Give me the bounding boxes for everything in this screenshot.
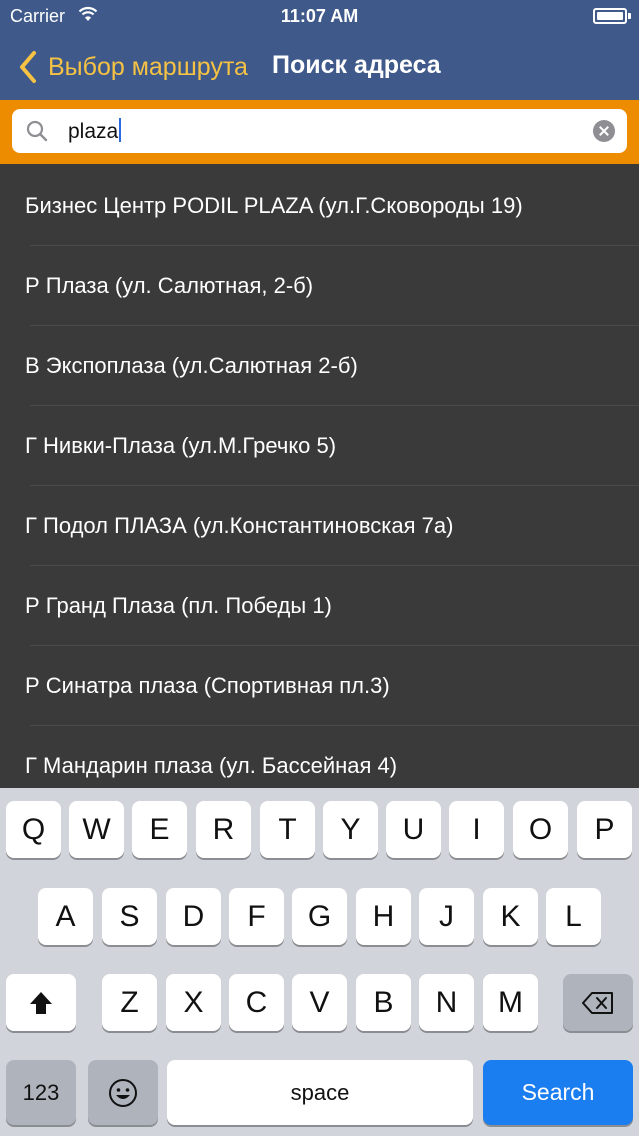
list-item[interactable]: Р Плаза (ул. Салютная, 2-б) <box>0 246 639 326</box>
key-f[interactable]: F <box>229 888 284 945</box>
emoji-key[interactable] <box>88 1060 158 1125</box>
key-c[interactable]: C <box>229 974 284 1031</box>
numbers-key[interactable]: 123 <box>6 1060 76 1125</box>
key-b[interactable]: B <box>356 974 411 1031</box>
search-input[interactable]: plaza <box>12 109 627 153</box>
key-v[interactable]: V <box>292 974 347 1031</box>
backspace-icon <box>582 991 613 1014</box>
list-item[interactable]: Г Подол ПЛАЗА (ул.Константиновская 7а) <box>0 486 639 566</box>
status-time: 11:07 AM <box>280 6 359 26</box>
list-item[interactable]: В Экспоплаза (ул.Салютная 2-б) <box>0 326 639 406</box>
key-o[interactable]: O <box>513 801 568 858</box>
key-n[interactable]: N <box>419 974 474 1031</box>
key-g[interactable]: G <box>292 888 347 945</box>
page-title: Поиск адреса <box>272 51 441 79</box>
space-key[interactable]: space <box>167 1060 473 1125</box>
key-k[interactable]: K <box>483 888 538 945</box>
keyboard: Q W E R T Y U I O P A S D F G H J K L Z … <box>0 788 639 1136</box>
shift-key[interactable] <box>6 974 76 1031</box>
key-z[interactable]: Z <box>102 974 157 1031</box>
back-button[interactable]: Выбор маршрута <box>14 48 248 86</box>
nav-bar: Выбор маршрута Поиск адреса <box>0 34 639 100</box>
key-q[interactable]: Q <box>6 801 61 858</box>
delete-key[interactable] <box>563 974 633 1031</box>
key-h[interactable]: H <box>356 888 411 945</box>
key-y[interactable]: Y <box>323 801 378 858</box>
key-s[interactable]: S <box>102 888 157 945</box>
shift-arrow-icon <box>30 991 52 1014</box>
list-item[interactable]: Р Гранд Плаза (пл. Победы 1) <box>0 566 639 646</box>
search-key[interactable]: Search <box>483 1060 633 1125</box>
text-caret <box>119 118 122 142</box>
key-w[interactable]: W <box>69 801 124 858</box>
key-j[interactable]: J <box>419 888 474 945</box>
key-p[interactable]: P <box>577 801 632 858</box>
status-bar: Carrier 11:07 AM <box>0 0 639 34</box>
emoji-icon <box>109 1078 137 1107</box>
list-item[interactable]: Г Мандарин плаза (ул. Бассейная 4) <box>0 726 639 788</box>
search-bar: plaza <box>0 100 639 164</box>
list-item[interactable]: Р Синатра плаза (Спортивная пл.3) <box>0 646 639 726</box>
key-t[interactable]: T <box>260 801 315 858</box>
key-i[interactable]: I <box>449 801 504 858</box>
key-l[interactable]: L <box>546 888 601 945</box>
magnifier-icon <box>26 120 48 142</box>
search-input-value: plaza <box>68 118 122 144</box>
clear-x-icon[interactable] <box>593 120 615 142</box>
battery-icon <box>593 8 631 24</box>
list-item[interactable]: Бизнес Центр PODIL PLAZA (ул.Г.Сковороды… <box>0 166 639 246</box>
header: Carrier 11:07 AM Выбор маршрута Поиск ад… <box>0 0 639 100</box>
key-u[interactable]: U <box>386 801 441 858</box>
back-button-label: Выбор маршрута <box>48 52 248 81</box>
results-list: Бизнес Центр PODIL PLAZA (ул.Г.Сковороды… <box>0 166 639 788</box>
list-item[interactable]: Г Нивки-Плаза (ул.М.Гречко 5) <box>0 406 639 486</box>
key-m[interactable]: M <box>483 974 538 1031</box>
key-e[interactable]: E <box>132 801 187 858</box>
key-a[interactable]: A <box>38 888 93 945</box>
key-x[interactable]: X <box>166 974 221 1031</box>
key-r[interactable]: R <box>196 801 251 858</box>
key-d[interactable]: D <box>166 888 221 945</box>
chevron-left-icon <box>20 51 36 83</box>
